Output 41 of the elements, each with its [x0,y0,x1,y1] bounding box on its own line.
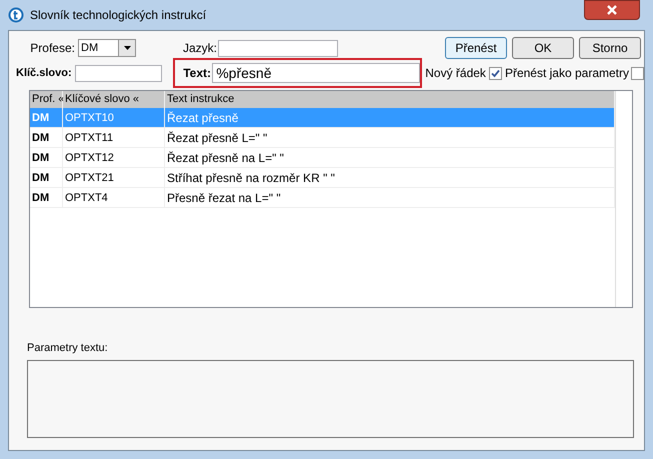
window-title: Slovník technologických instrukcí [30,7,206,24]
check-icon [490,68,500,78]
field-label: Jazyk: [182,40,217,57]
checkbox[interactable] [488,66,502,80]
table-cell: OPTXT10 [63,108,165,127]
dialog-button[interactable]: OK [512,37,574,59]
table-row[interactable]: DM OPTXT21 Stříhat přesně na rozměr KR " " [30,168,615,188]
dropdown-value: DM [80,40,100,56]
checkbox[interactable] [631,66,644,80]
keyword-field[interactable] [75,64,162,82]
table-row[interactable]: DM OPTXT4 Přesně řezat na L=" " [30,188,615,208]
section-label: Parametry textu: [27,341,109,356]
table-cell: DM [30,128,63,147]
dialog-button[interactable]: Přenést [445,37,507,59]
caret-icon [124,46,130,50]
field-label: Klíč.slovo: [16,66,73,81]
checkbox-label: Přenést jako parametry [504,65,629,82]
table-cell: DM [30,188,63,207]
table-cell: OPTXT4 [63,188,165,207]
dropdown-arrow-button[interactable] [118,40,135,56]
table-cell: DM [30,168,63,187]
parameters-box[interactable] [27,360,634,438]
field-label: Text: [183,65,210,82]
field-label: Profese: [29,40,75,57]
app-logo-icon [8,7,24,23]
column-header[interactable]: Text instrukce [165,91,615,108]
close-button[interactable] [584,0,640,20]
table-row[interactable]: DM OPTXT12 Řezat přesně na L=" " [30,148,615,168]
column-header[interactable]: Klíčové slovo « [63,91,165,108]
table-cell: OPTXT11 [63,128,165,147]
dialog-button[interactable]: Storno [579,37,641,59]
checkbox-label: Nový řádek [425,65,486,82]
table-cell: DM [30,108,63,127]
table-cell: OPTXT21 [63,168,165,187]
jazyk-field[interactable] [218,40,338,56]
table-cell: DM [30,148,63,167]
text-field[interactable]: %přesně [212,63,420,83]
table-cell: OPTXT12 [63,148,165,167]
table-row[interactable]: DM OPTXT11 Řezat přesně L=" " [30,128,615,148]
profese-dropdown[interactable]: DM [78,39,136,57]
close-icon [606,5,618,15]
